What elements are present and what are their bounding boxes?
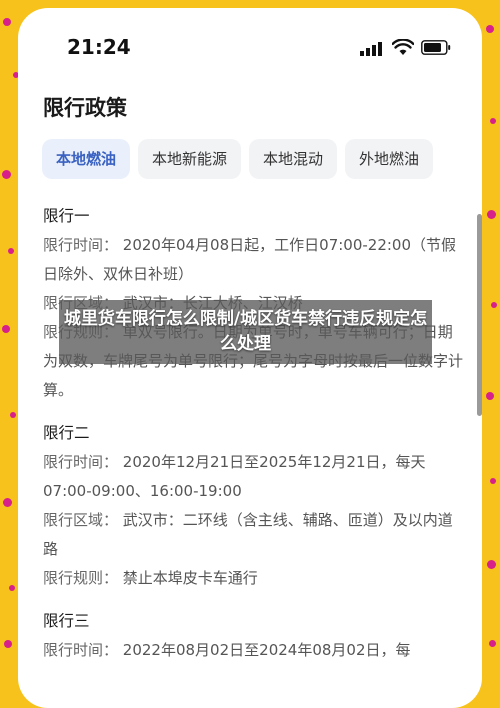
tab-local-new-energy[interactable]: 本地新能源 bbox=[138, 139, 242, 179]
battery-icon bbox=[421, 40, 451, 55]
bg-dot bbox=[4, 640, 12, 648]
bg-dot bbox=[489, 640, 496, 647]
bg-dot bbox=[486, 25, 494, 33]
tab-nonlocal-fuel[interactable]: 外地燃油 bbox=[345, 139, 434, 179]
bg-dot bbox=[2, 170, 11, 179]
rule-rule: 限行规则： 禁止本埠皮卡车通行 bbox=[43, 564, 463, 593]
bg-dot bbox=[3, 498, 12, 507]
page-title: 限行政策 bbox=[43, 96, 127, 120]
rule-time: 限行时间： 2022年08月02日至2024年08月02日，每 bbox=[43, 636, 463, 665]
restriction-section: 限行二 限行时间： 2020年12月21日至2025年12月21日，每天07:0… bbox=[43, 419, 463, 593]
section-title: 限行二 bbox=[43, 424, 90, 442]
rule-label: 限行时间： bbox=[43, 453, 119, 471]
section-title: 限行一 bbox=[43, 207, 90, 225]
bg-dot bbox=[487, 210, 496, 219]
bg-dot bbox=[8, 248, 14, 254]
bg-dot bbox=[491, 302, 497, 308]
bg-dot bbox=[487, 560, 496, 569]
rule-label: 限行时间： bbox=[43, 236, 119, 254]
rule-time: 限行时间： 2020年12月21日至2025年12月21日，每天07:00-09… bbox=[43, 448, 463, 506]
bg-dot bbox=[490, 118, 496, 124]
status-time: 21:24 bbox=[67, 35, 131, 59]
rule-area: 限行区域： 武汉市：二环线（含主线、辅路、匝道）及以内道路 bbox=[43, 506, 463, 564]
wifi-icon bbox=[392, 39, 414, 55]
tab-local-fuel[interactable]: 本地燃油 bbox=[42, 139, 131, 179]
rule-time: 限行时间： 2020年04月08日起，工作日07:00-22:00（节假日除外、… bbox=[43, 231, 463, 289]
tab-local-hybrid[interactable]: 本地混动 bbox=[249, 139, 338, 179]
rule-label: 限行规则： bbox=[43, 569, 119, 587]
overlay-title-banner: 城里货车限行怎么限制/城区货车禁行违反规定怎么处理 bbox=[59, 300, 432, 364]
bg-dot bbox=[490, 478, 496, 484]
rule-label: 限行时间： bbox=[43, 641, 119, 659]
overlay-title: 城里货车限行怎么限制/城区货车禁行违反规定怎么处理 bbox=[63, 309, 428, 354]
signal-icon bbox=[360, 42, 382, 56]
bg-dot bbox=[486, 392, 494, 400]
policy-tabs: 本地燃油 本地新能源 本地混动 外地燃油 bbox=[42, 139, 482, 179]
restriction-section: 限行三 限行时间： 2022年08月02日至2024年08月02日，每 bbox=[43, 607, 463, 665]
rule-value: 2022年08月02日至2024年08月02日，每 bbox=[122, 641, 411, 659]
rule-label: 限行区域： bbox=[43, 511, 119, 529]
rule-value: 禁止本埠皮卡车通行 bbox=[122, 569, 258, 587]
scrollbar[interactable] bbox=[477, 214, 482, 416]
policy-content: 限行一 限行时间： 2020年04月08日起，工作日07:00-22:00（节假… bbox=[43, 202, 463, 679]
section-title: 限行三 bbox=[43, 612, 90, 630]
bg-dot bbox=[10, 412, 16, 418]
bg-dot bbox=[3, 18, 11, 26]
bg-dot bbox=[2, 325, 10, 333]
bg-dot bbox=[9, 585, 15, 591]
status-bar: 21:24 bbox=[18, 8, 482, 78]
